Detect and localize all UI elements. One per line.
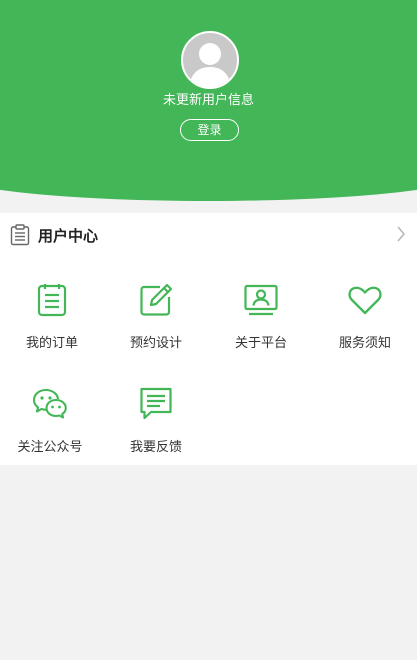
edit-pencil-icon <box>140 283 173 316</box>
user-info-text: 未更新用户信息 <box>162 93 254 108</box>
user-center-title: 用户中心 <box>38 227 99 245</box>
default-avatar-icon <box>189 43 231 87</box>
user-center-header[interactable]: 用户中心 <box>0 213 417 257</box>
login-button[interactable]: 登录 <box>180 119 239 141</box>
feedback-message-icon <box>140 387 172 420</box>
menu-item-label: 服务须知 <box>338 336 391 351</box>
menu-item-feedback[interactable]: 我要反馈 <box>104 386 208 470</box>
clipboard-icon <box>10 224 30 246</box>
menu-item-my-orders[interactable]: 我的订单 <box>0 282 104 366</box>
menu-item-service-notice[interactable]: 服务须知 <box>313 282 417 366</box>
menu-item-label: 我要反馈 <box>129 440 182 455</box>
menu-item-follow-account[interactable]: 关注公众号 <box>0 386 102 470</box>
avatar[interactable] <box>181 31 239 89</box>
menu-item-label: 关注公众号 <box>17 440 83 455</box>
order-list-icon <box>37 284 67 317</box>
monitor-user-icon <box>244 284 278 316</box>
menu-item-label: 关于平台 <box>234 336 287 351</box>
menu-item-about-platform[interactable]: 关于平台 <box>209 282 313 366</box>
user-center-panel: 用户中心 我的订单 预约设计 关于平台 服务须知 关注公众号 我要反馈 <box>0 213 417 465</box>
wechat-icon <box>32 388 67 419</box>
menu-item-book-design[interactable]: 预约设计 <box>104 282 208 366</box>
menu-item-label: 我的订单 <box>25 336 78 351</box>
profile-header: 未更新用户信息 登录 <box>0 0 417 202</box>
chevron-right-icon <box>397 226 405 242</box>
menu-item-label: 预约设计 <box>129 336 182 351</box>
heart-icon <box>348 286 382 315</box>
